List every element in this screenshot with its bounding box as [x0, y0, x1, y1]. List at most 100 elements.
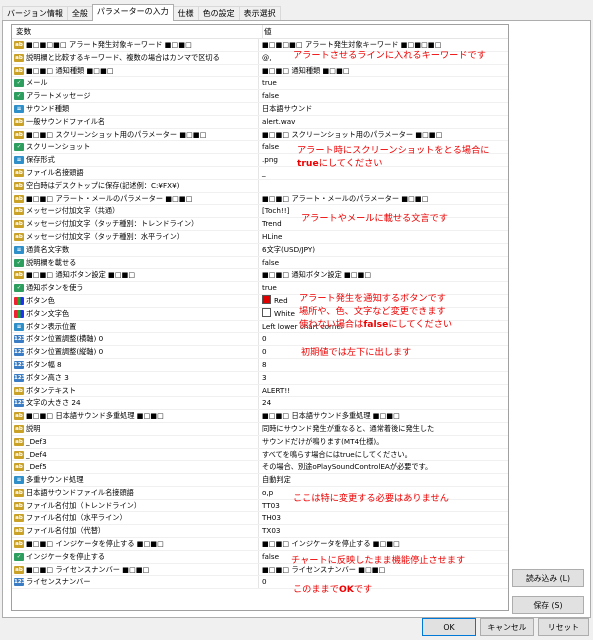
value-cell[interactable]: TT03: [260, 500, 508, 512]
value-cell[interactable]: ■□■□ スクリーンショット用のパラメーター ■□■□: [260, 129, 508, 141]
reset-button[interactable]: リセット: [538, 618, 589, 636]
table-row[interactable]: ≡ サウンド種類 日本語サウンド: [12, 102, 508, 116]
tab-4[interactable]: 色の設定: [197, 6, 240, 21]
value-cell[interactable]: alert.wav: [260, 116, 508, 128]
value-cell[interactable]: 6文字(USD/JPY): [260, 244, 508, 256]
value-cell[interactable]: 3: [260, 372, 508, 384]
table-row[interactable]: 123ボタン高さ 33: [12, 371, 508, 385]
table-row[interactable]: ab メッセージ付加文字（共通） [Toch!!]: [12, 205, 508, 219]
value-cell[interactable]: ■□■□ 日本語サウンド多重処理 ■□■□: [260, 410, 508, 422]
value-cell[interactable]: [260, 180, 508, 192]
value-cell[interactable]: 同時にサウンド発生が重なると、通常着後に発生した: [260, 423, 508, 435]
value-cell[interactable]: _: [260, 167, 508, 179]
table-row[interactable]: ab ■□■□ アラート・メールのパラメーター ■□■□ ■□■□ アラート・メール…: [12, 192, 508, 206]
table-row[interactable]: ab ■□■□ スクリーンショット用のパラメーター ■□■□ ■□■□ スクリーンシ…: [12, 128, 508, 142]
table-row[interactable]: ab メッセージ付加文字（タッチ種別：トレンドライン） Trend: [12, 218, 508, 231]
value-cell[interactable]: true: [260, 77, 508, 89]
table-row[interactable]: ✓ スクリーンショット false: [12, 141, 508, 155]
value-cell[interactable]: @,: [260, 52, 508, 64]
value-cell[interactable]: Left lower chart corner: [260, 321, 508, 333]
tab-0[interactable]: バージョン情報: [2, 6, 68, 21]
value-cell[interactable]: ■□■□ ライセンスナンバー ■□■□: [260, 564, 508, 576]
tab-5[interactable]: 表示選択: [238, 6, 281, 21]
header-variable[interactable]: 変数: [12, 25, 263, 38]
table-row[interactable]: ≡ 通貨名文字数 6文字(USD/JPY): [12, 243, 508, 257]
table-row[interactable]: ab ■□■□ インジケータを停止する ■□■□ ■□■□ インジケータを停止する …: [12, 538, 508, 551]
table-row[interactable]: ab 日本語サウンドファイル名接頭語 o,p: [12, 486, 508, 500]
table-row[interactable]: ✓ メール true: [12, 77, 508, 91]
table-row[interactable]: 123ボタン位置調整(縦軸) 00: [12, 346, 508, 359]
table-row[interactable]: ab 説明 同時にサウンド発生が重なると、通常着後に発生した: [12, 422, 508, 436]
value-cell[interactable]: TH03: [260, 512, 508, 524]
save-button[interactable]: 保存 (S): [512, 596, 584, 614]
ok-button[interactable]: OK: [422, 618, 476, 636]
value-cell[interactable]: その場合、別途oPlaySoundControlEAが必要です。: [260, 461, 508, 473]
table-row[interactable]: 123文字の大きさ 24 24: [12, 397, 508, 411]
table-row[interactable]: ≡ 保存形式 .png: [12, 154, 508, 167]
value-cell[interactable]: 0: [260, 346, 508, 358]
table-row[interactable]: ab ■□■□ 通知種類 ■□■□ ■□■□ 通知種類 ■□■□: [12, 64, 508, 78]
value-cell[interactable]: White: [260, 307, 508, 320]
table-row[interactable]: ab _Def5 その場合、別途oPlaySoundControlEAが必要です。: [12, 461, 508, 475]
value-cell[interactable]: 0: [260, 576, 508, 588]
value-cell[interactable]: false: [260, 141, 508, 153]
table-row[interactable]: ab ■□■□ 通知ボタン設定 ■□■□ ■□■□ 通知ボタン設定 ■□■□: [12, 269, 508, 283]
table-row[interactable]: ✓ 説明欄を載せる false: [12, 256, 508, 270]
table-row[interactable]: ab ファイル名付加（トレンドライン） TT03: [12, 499, 508, 513]
table-row[interactable]: ab _Def4 すべてを鳴らす場合にはtrueにしてください。: [12, 448, 508, 462]
cancel-button[interactable]: キャンセル: [480, 618, 534, 636]
value-cell[interactable]: ALERT!!: [260, 385, 508, 397]
variable-cell: 123ボタン幅 8: [12, 358, 259, 371]
table-row[interactable]: ≡ 多重サウンド処理 自動判定: [12, 474, 508, 487]
value-cell[interactable]: false: [260, 551, 508, 563]
header-value[interactable]: 値: [260, 25, 508, 38]
value-cell[interactable]: ■□■□ 通知種類 ■□■□: [260, 65, 508, 77]
table-row[interactable]: ab 空白時はデスクトップに保存(記述例：C:¥FX¥): [12, 179, 508, 193]
value-cell[interactable]: 自動判定: [260, 474, 508, 486]
value-cell[interactable]: 0: [260, 333, 508, 345]
table-row[interactable]: ボタン色 Red: [12, 294, 508, 308]
value-cell[interactable]: false: [260, 257, 508, 269]
value-cell[interactable]: TX03: [260, 525, 508, 537]
table-row[interactable]: ✓ インジケータを停止する false: [12, 550, 508, 564]
table-row[interactable]: ab ファイル名接頭語 _: [12, 166, 508, 180]
value-cell[interactable]: [Toch!!]: [260, 205, 508, 217]
value-cell[interactable]: すべてを鳴らす場合にはtrueにしてください。: [260, 449, 508, 461]
value-cell[interactable]: 日本語サウンド: [260, 103, 508, 115]
table-row[interactable]: ab メッセージ付加文字（タッチ種別：水平ライン） HLine: [12, 230, 508, 244]
value-cell[interactable]: ■□■□ インジケータを停止する ■□■□: [260, 538, 508, 550]
value-cell[interactable]: false: [260, 90, 508, 102]
value-cell[interactable]: .png: [260, 154, 508, 166]
table-row[interactable]: ab ■□■□ 日本語サウンド多重処理 ■□■□ ■□■□ 日本語サウンド多重処理 …: [12, 410, 508, 423]
table-row[interactable]: ab ファイル名付加（水平ライン） TH03: [12, 512, 508, 526]
table-row[interactable]: 123ライセンスナンバー 0: [12, 576, 508, 590]
value-cell[interactable]: ■□■□■□ アラート発生対象キーワード ■□■□■□: [260, 39, 508, 51]
table-row[interactable]: ボタン文字色 White: [12, 307, 508, 321]
load-button[interactable]: 読み込み (L): [512, 569, 584, 587]
value-cell[interactable]: Red: [260, 294, 508, 307]
value-cell[interactable]: 24: [260, 397, 508, 409]
table-row[interactable]: ✓ アラートメッセージ false: [12, 90, 508, 103]
table-row[interactable]: ab ボタンテキスト ALERT!!: [12, 384, 508, 398]
value-cell[interactable]: 8: [260, 359, 508, 371]
value-cell[interactable]: true: [260, 282, 508, 294]
table-row[interactable]: ab 一般サウンドファイル名 alert.wav: [12, 115, 508, 129]
table-row[interactable]: 123ボタン幅 88: [12, 358, 508, 372]
table-row[interactable]: 123ボタン位置調整(横軸) 00: [12, 333, 508, 347]
table-row[interactable]: ab 説明欄と比較するキーワード、複数の場合はカンマで区切る @,: [12, 51, 508, 65]
value-cell[interactable]: HLine: [260, 231, 508, 243]
table-row[interactable]: ab _Def3 サウンドだけが鳴ります(MT4仕様)。: [12, 435, 508, 449]
table-row[interactable]: ab ファイル名付加（代替） TX03: [12, 525, 508, 539]
tab-3[interactable]: 仕様: [172, 6, 199, 21]
table-row[interactable]: ab ■□■□ ライセンスナンバー ■□■□ ■□■□ ライセンスナンバー ■□■□: [12, 563, 508, 577]
value-cell[interactable]: o,p: [260, 487, 508, 499]
table-row[interactable]: ✓ 通知ボタンを使う true: [12, 282, 508, 295]
value-cell[interactable]: サウンドだけが鳴ります(MT4仕様)。: [260, 436, 508, 448]
table-row[interactable]: ≡ ボタン表示位置 Left lower chart corner: [12, 320, 508, 334]
tab-1[interactable]: 全般: [66, 6, 93, 21]
tab-2[interactable]: パラメーターの入力: [91, 4, 174, 21]
value-cell[interactable]: ■□■□ アラート・メールのパラメーター ■□■□: [260, 193, 508, 205]
value-cell[interactable]: Trend: [260, 218, 508, 230]
value-cell[interactable]: ■□■□ 通知ボタン設定 ■□■□: [260, 269, 508, 281]
table-row[interactable]: ab ■□■□■□ アラート発生対象キーワード ■□■□ ■□■□■□ アラート発生…: [12, 39, 508, 52]
